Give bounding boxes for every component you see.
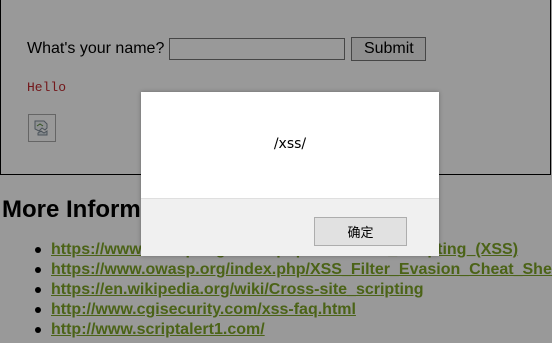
ok-button[interactable]: 确定 bbox=[314, 217, 407, 246]
alert-dialog: /xss/ 确定 bbox=[141, 92, 439, 256]
alert-message: /xss/ bbox=[273, 136, 307, 152]
alert-footer: 确定 bbox=[141, 198, 439, 256]
